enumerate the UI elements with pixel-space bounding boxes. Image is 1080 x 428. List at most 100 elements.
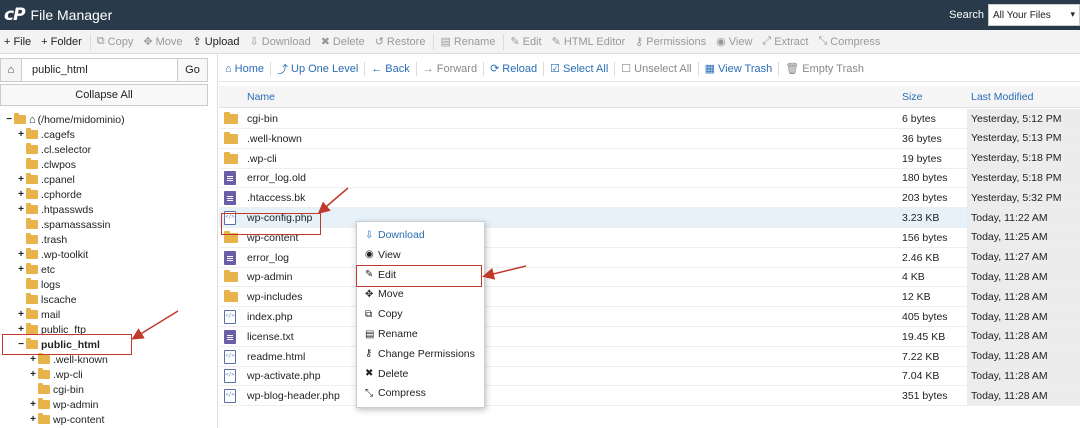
table-row[interactable]: wp-config.php3.23 KBToday, 11:22 AM xyxy=(219,208,1080,228)
context-menu-delete[interactable]: ✖ Delete xyxy=(365,365,408,383)
toolbar-file-button[interactable]: + File xyxy=(0,36,37,48)
context-menu-compress[interactable]: ⤡ Compress xyxy=(365,384,426,402)
file-name[interactable]: wp-admin xyxy=(247,267,293,287)
nav-forward-button[interactable]: → Forward xyxy=(417,63,483,75)
expand-icon[interactable]: + xyxy=(16,129,26,140)
toolbar-download-button[interactable]: ⇩ Download xyxy=(246,35,317,49)
context-menu-download[interactable]: ⇩ Download xyxy=(365,226,425,244)
tree-item-mail[interactable]: + mail xyxy=(16,307,60,322)
column-header-name[interactable]: Name xyxy=(247,86,275,108)
nav-up-one-level-button[interactable]: ⤴ Up One Level xyxy=(271,61,364,77)
toolbar-upload-button[interactable]: ⇪ Upload xyxy=(188,35,245,49)
tree-item-logs[interactable]: logs xyxy=(16,277,60,292)
context-menu-rename[interactable]: ▤ Rename xyxy=(365,325,418,343)
toolbar-compress-button[interactable]: ⤡ Compress xyxy=(814,35,886,48)
table-row[interactable]: wp-content 156 bytes Today, 11:25 AM xyxy=(219,227,1080,248)
tree-item-cgi-bin[interactable]: cgi-bin xyxy=(28,382,84,397)
tree-item-etc[interactable]: + etc xyxy=(16,262,55,277)
nav-home-button[interactable]: ⌂ Home xyxy=(219,63,270,75)
expand-icon[interactable]: + xyxy=(16,204,26,215)
path-input[interactable]: public_html xyxy=(22,58,178,82)
nav-back-button[interactable]: ← Back xyxy=(365,63,415,75)
expand-icon[interactable]: + xyxy=(28,399,38,410)
toolbar-delete-button[interactable]: ✖ Delete xyxy=(317,35,371,49)
tree-item-trash[interactable]: .trash xyxy=(16,232,67,247)
tree-item-cpanel[interactable]: + .cpanel xyxy=(16,172,75,187)
file-name[interactable]: cgi-bin xyxy=(247,109,278,129)
tree-item-home-midominio[interactable]: − ⌂ (/home/midominio) xyxy=(4,112,125,127)
search-scope-select[interactable]: All Your Files ▾ xyxy=(988,4,1080,26)
file-name[interactable]: wp-includes xyxy=(247,287,302,307)
toolbar-folder-button[interactable]: + Folder xyxy=(37,36,88,48)
column-header-size[interactable]: Size xyxy=(902,86,922,108)
toolbar-permissions-button[interactable]: ⚷ Permissions xyxy=(631,35,712,49)
home-path-button[interactable]: ⌂ xyxy=(0,58,22,82)
table-row[interactable]: .wp-cli 19 bytes Yesterday, 5:18 PM xyxy=(219,148,1080,169)
context-menu-change-permissions[interactable]: ⚷ Change Permissions xyxy=(365,345,475,363)
expand-icon[interactable]: + xyxy=(16,174,26,185)
file-name[interactable]: index.php xyxy=(247,307,293,327)
file-name[interactable]: license.txt xyxy=(247,327,294,347)
column-header-modified[interactable]: Last Modified xyxy=(971,86,1033,108)
file-name[interactable]: readme.html xyxy=(247,347,305,367)
table-row[interactable]: index.php 405 bytes Today, 11:28 AM xyxy=(219,307,1080,327)
nav-select-all-button[interactable]: ☑ Select All xyxy=(544,62,614,76)
expand-icon[interactable]: + xyxy=(16,264,26,275)
table-row[interactable]: license.txt 19.45 KB Today, 11:28 AM xyxy=(219,326,1080,347)
expand-icon[interactable]: + xyxy=(16,249,26,260)
toolbar-rename-button[interactable]: ▤ Rename xyxy=(436,35,501,49)
context-menu-view[interactable]: ◉ View xyxy=(365,246,401,264)
file-name[interactable]: wp-activate.php xyxy=(247,366,321,386)
table-row[interactable]: .well-known 36 bytes Yesterday, 5:13 PM xyxy=(219,128,1080,149)
table-row[interactable]: cgi-bin 6 bytes Yesterday, 5:12 PM xyxy=(219,109,1080,129)
toolbar-html-editor-button[interactable]: ✎ HTML Editor xyxy=(548,35,632,49)
tree-item-spamassassin[interactable]: .spamassassin xyxy=(16,217,110,232)
tree-item-lscache[interactable]: lscache xyxy=(16,292,77,307)
tree-item-wp-cli[interactable]: + .wp-cli xyxy=(28,367,83,382)
file-name[interactable]: error_log xyxy=(247,248,289,268)
toolbar-restore-button[interactable]: ↺ Restore xyxy=(371,35,432,49)
expand-icon[interactable]: + xyxy=(16,189,26,200)
toolbar-view-button[interactable]: ◉ View xyxy=(712,35,758,49)
table-row[interactable]: wp-activate.php 7.04 KB Today, 11:28 AM xyxy=(219,366,1080,387)
nav-empty-trash-button[interactable]: 🗑 Empty Trash xyxy=(779,62,870,76)
table-row[interactable]: error_log 2.46 KB Today, 11:27 AM xyxy=(219,247,1080,268)
table-row[interactable]: wp-admin 4 KB Today, 11:28 AM xyxy=(219,267,1080,288)
tree-item-clwpos[interactable]: .clwpos xyxy=(16,157,76,172)
collapse-icon[interactable]: − xyxy=(4,114,14,125)
app-logo[interactable]: cP File Manager xyxy=(4,5,112,25)
toolbar-label: Upload xyxy=(204,35,240,48)
go-button[interactable]: Go xyxy=(178,58,208,82)
table-row[interactable]: wp-blog-header.php 351 bytes Today, 11:28 … xyxy=(219,386,1080,407)
toolbar-extract-button[interactable]: ⤢ Extract xyxy=(758,35,814,48)
tree-item-cagefs[interactable]: + .cagefs xyxy=(16,127,75,142)
file-name[interactable]: .wp-cli xyxy=(247,149,277,169)
nav-unselect-all-button[interactable]: ☐ Unselect All xyxy=(615,62,697,76)
tree-item-cl-selector[interactable]: .cl.selector xyxy=(16,142,91,157)
tree-item-wp-content[interactable]: + wp-content xyxy=(28,412,104,427)
file-name[interactable]: error_log.old xyxy=(247,168,306,188)
expand-icon[interactable]: + xyxy=(28,369,38,380)
expand-icon[interactable]: + xyxy=(28,414,38,425)
file-name[interactable]: .htaccess.bk xyxy=(247,188,305,208)
context-menu-copy[interactable]: ⧉ Copy xyxy=(365,305,403,323)
expand-icon[interactable]: + xyxy=(28,354,38,365)
toolbar-edit-button[interactable]: ✎ Edit xyxy=(506,35,547,49)
nav-reload-button[interactable]: ⟳ Reload xyxy=(484,62,543,76)
tree-item-wp-toolkit[interactable]: + .wp-toolkit xyxy=(16,247,88,262)
table-row[interactable]: readme.html 7.22 KB Today, 11:28 AM xyxy=(219,346,1080,367)
file-name[interactable]: .well-known xyxy=(247,129,302,149)
nav-view-trash-button[interactable]: ▦ View Trash xyxy=(699,62,779,76)
collapse-all-button[interactable]: Collapse All xyxy=(0,84,208,106)
table-row[interactable]: error_log.old 180 bytes Yesterday, 5:18 PM xyxy=(219,168,1080,189)
tree-item-wp-admin[interactable]: + wp-admin xyxy=(28,397,99,412)
toolbar-move-button[interactable]: ✥ Move xyxy=(139,35,188,49)
toolbar-copy-button[interactable]: ⧉ Copy xyxy=(93,35,140,48)
table-row[interactable]: .htaccess.bk 203 bytes Yesterday, 5:32 PM xyxy=(219,188,1080,209)
tree-item-htpasswds[interactable]: + .htpasswds xyxy=(16,202,94,217)
file-name[interactable]: wp-blog-header.php xyxy=(247,386,340,406)
context-menu-move[interactable]: ✥ Move xyxy=(365,285,404,303)
expand-icon[interactable]: + xyxy=(16,309,26,320)
tree-item-cphorde[interactable]: + .cphorde xyxy=(16,187,82,202)
table-row[interactable]: wp-includes 12 KB Today, 11:28 AM xyxy=(219,287,1080,308)
